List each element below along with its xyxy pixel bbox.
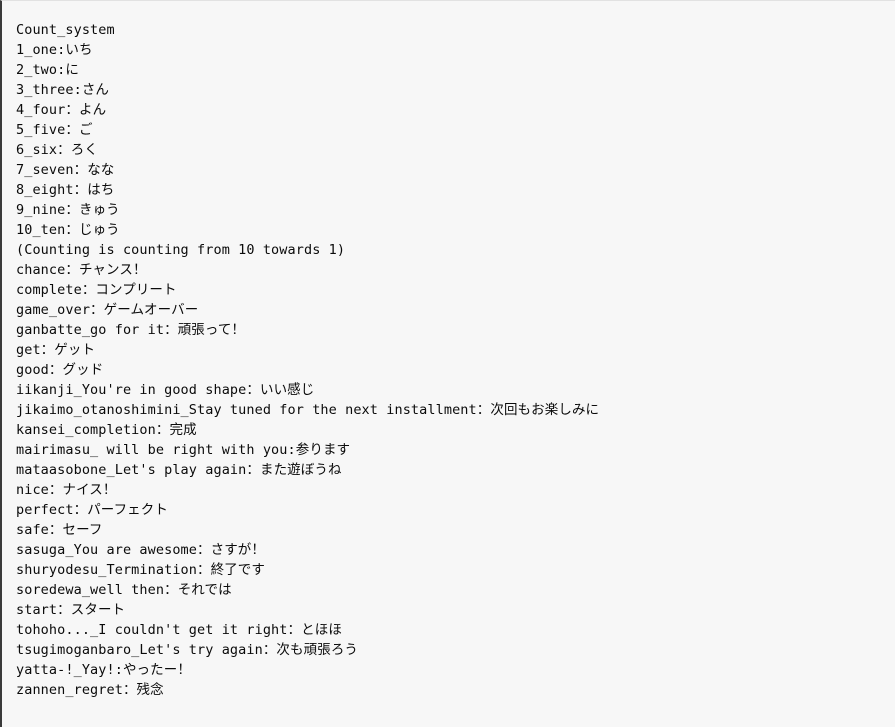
text-line: tohoho..._I couldn't get it right：とほほ xyxy=(16,622,342,638)
text-line: safe：セーフ xyxy=(16,522,103,538)
text-content-block: Count_system 1_one:いち 2_two:に 3_three:さん 4_f… xyxy=(16,20,895,700)
text-line: mairimasu_ will be right with you:参ります xyxy=(16,442,351,458)
text-line: sasuga_You are awesome：さすが！ xyxy=(16,542,266,558)
text-line: 4_four：よん xyxy=(16,102,107,118)
text-line: 1_one:いち xyxy=(16,42,93,58)
text-line: 9_nine：きゅう xyxy=(16,202,120,218)
text-line: chance：チャンス！ xyxy=(16,262,147,278)
text-line: soredewa_well then：それでは xyxy=(16,582,232,598)
text-line: 6_six：ろく xyxy=(16,142,98,158)
text-line: 3_three:さん xyxy=(16,82,110,98)
text-line: get：ゲット xyxy=(16,342,96,358)
text-line: (Counting is counting from 10 towards 1) xyxy=(16,242,346,258)
text-line: mataasobone_Let's play again：また遊ぼうね xyxy=(16,462,342,478)
text-line: jikaimo_otanoshimini_Stay tuned for the … xyxy=(16,402,600,418)
text-line: 5_five：ご xyxy=(16,122,93,138)
document-page: Count_system 1_one:いち 2_two:に 3_three:さん 4_f… xyxy=(0,0,895,727)
text-line: ganbatte_go for it：頑張って！ xyxy=(16,322,246,338)
text-line: shuryodesu_Termination：終了です xyxy=(16,562,266,578)
text-line: 10_ten：じゅう xyxy=(16,222,120,238)
text-line: kansei_completion：完成 xyxy=(16,422,197,438)
text-line: 2_two:に xyxy=(16,62,79,78)
text-line: yatta-!_Yay!:やったー！ xyxy=(16,662,191,678)
text-line: tsugimoganbaro_Let's try again：次も頑張ろう xyxy=(16,642,359,658)
text-line: perfect：パーフェクト xyxy=(16,502,168,518)
text-line: complete：コンプリート xyxy=(16,282,177,298)
text-line: nice：ナイス！ xyxy=(16,482,117,498)
text-line: 7_seven：なな xyxy=(16,162,115,178)
text-line: start：スタート xyxy=(16,602,126,618)
text-line: 8_eight：はち xyxy=(16,182,115,198)
document-title-line: Count_system xyxy=(16,22,115,38)
text-line: iikanji_You're in good shape：いい感じ xyxy=(16,382,315,398)
text-line: good：グッド xyxy=(16,362,104,378)
text-line: zannen_regret：残念 xyxy=(16,682,164,698)
text-line: game_over：ゲームオーバー xyxy=(16,302,199,318)
